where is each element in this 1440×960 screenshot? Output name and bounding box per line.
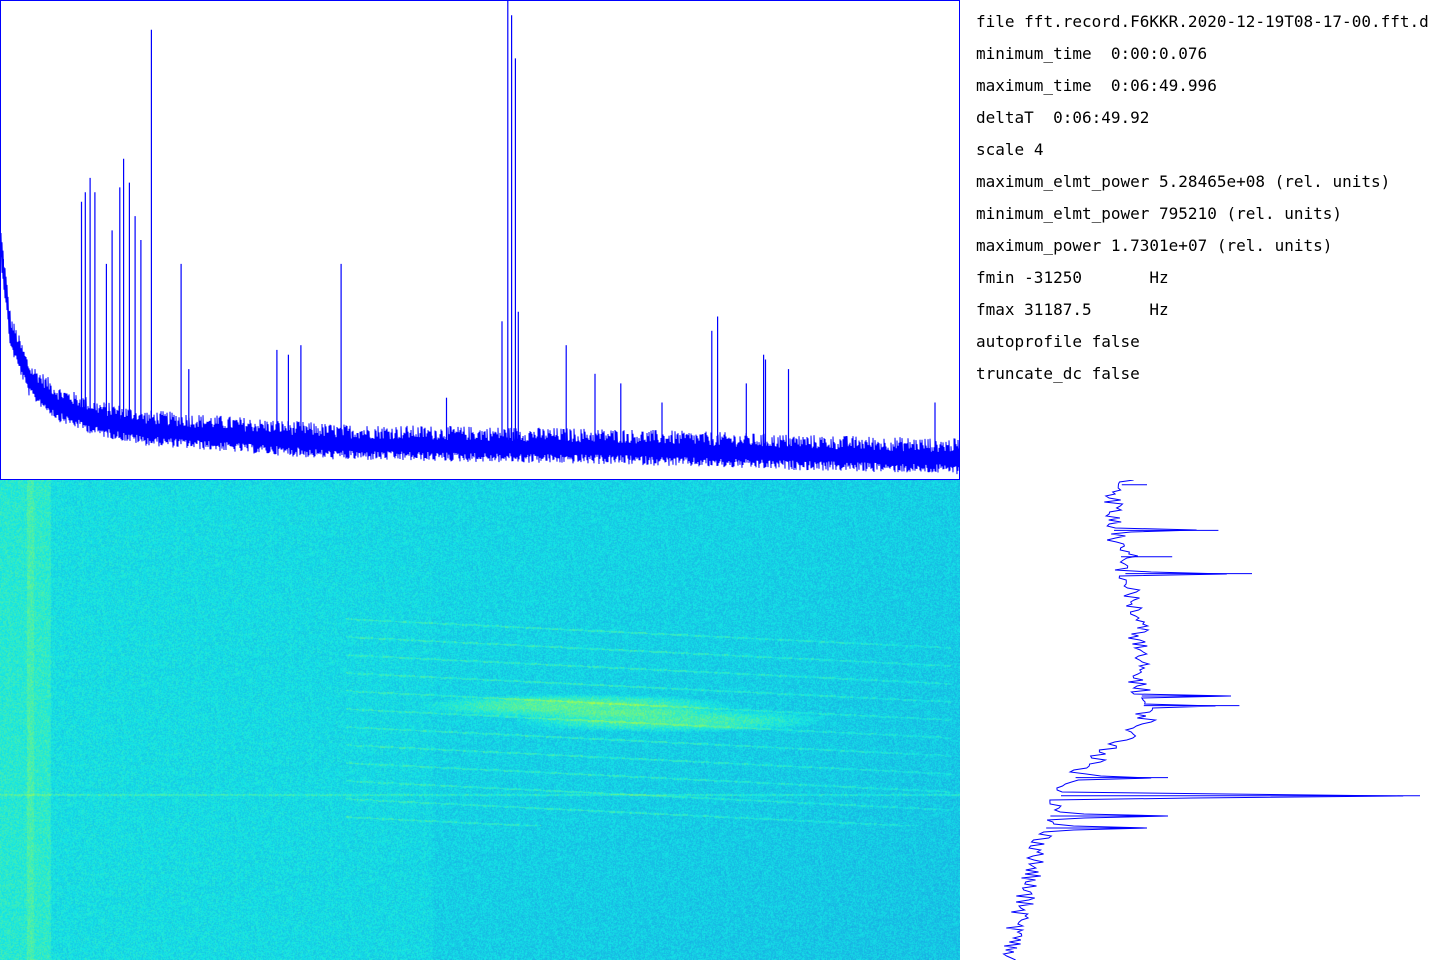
fmin-value: -31250 [1024,268,1082,287]
fmax-label: fmax [976,300,1015,319]
minimum-elmt-power-label: minimum_elmt_power [976,204,1150,223]
info-line-minimum-time: minimum_time 0:00:0.076 [976,42,1207,66]
maximum-elmt-power-unit: (rel. units) [1274,172,1391,191]
info-line-minimum-elmt-power: minimum_elmt_power 795210 (rel. units) [976,202,1342,226]
minimum-time-value: 0:00:0.076 [1110,44,1208,63]
scale-label: scale [976,140,1025,159]
file-value: fft.record.F6KKR.2020-12-19T08-17-00.fft… [1024,12,1429,31]
fmax-value: 31187.5 [1024,300,1092,319]
info-panel: file fft.record.F6KKR.2020-12-19T08-17-0… [976,10,1440,390]
deltat-label: deltaT [976,108,1034,127]
info-line-fmax: fmax 31187.5 Hz [976,298,1169,322]
truncate-dc-value: false [1091,364,1140,383]
fmin-unit: Hz [1149,268,1169,287]
time-profile-trace [1002,480,1404,960]
maximum-elmt-power-label: maximum_elmt_power [976,172,1150,191]
info-line-maximum-power: maximum_power 1.7301e+07 (rel. units) [976,234,1332,258]
spectrum-plot [0,0,960,480]
scale-value: 4 [1033,140,1044,159]
maximum-time-label: maximum_time [976,76,1092,95]
autoprofile-label: autoprofile [976,332,1082,351]
waterfall-plot [0,480,960,960]
info-line-maximum-elmt-power: maximum_elmt_power 5.28465e+08 (rel. uni… [976,170,1390,194]
fmin-label: fmin [976,268,1015,287]
maximum-time-value: 0:06:49.996 [1110,76,1217,95]
maximum-elmt-power-value: 5.28465e+08 [1159,172,1265,191]
info-line-scale: scale 4 [976,138,1043,162]
autoprofile-value: false [1091,332,1140,351]
waterfall-heatmap [0,480,960,960]
info-line-deltat: deltaT 0:06:49.92 [976,106,1149,130]
minimum-time-label: minimum_time [976,44,1092,63]
deltat-value: 0:06:49.92 [1053,108,1150,127]
spectrum-trace [1,232,959,475]
info-line-truncate-dc: truncate_dc false [976,362,1140,386]
info-line-autoprofile: autoprofile false [976,330,1140,354]
file-label: file [976,12,1015,31]
minimum-elmt-power-value: 795210 [1159,204,1217,223]
info-line-file: file fft.record.F6KKR.2020-12-19T08-17-0… [976,10,1429,34]
truncate-dc-label: truncate_dc [976,364,1082,383]
minimum-elmt-power-unit: (rel. units) [1226,204,1343,223]
info-line-fmin: fmin -31250 Hz [976,266,1169,290]
maximum-power-value: 1.7301e+07 [1110,236,1208,255]
time-profile-plot [960,480,1440,960]
maximum-power-label: maximum_power [976,236,1102,255]
time-profile-svg [1002,480,1420,960]
info-line-maximum-time: maximum_time 0:06:49.996 [976,74,1217,98]
spectrum-svg [1,1,959,475]
maximum-power-unit: (rel. units) [1216,236,1333,255]
fmax-unit: Hz [1149,300,1169,319]
